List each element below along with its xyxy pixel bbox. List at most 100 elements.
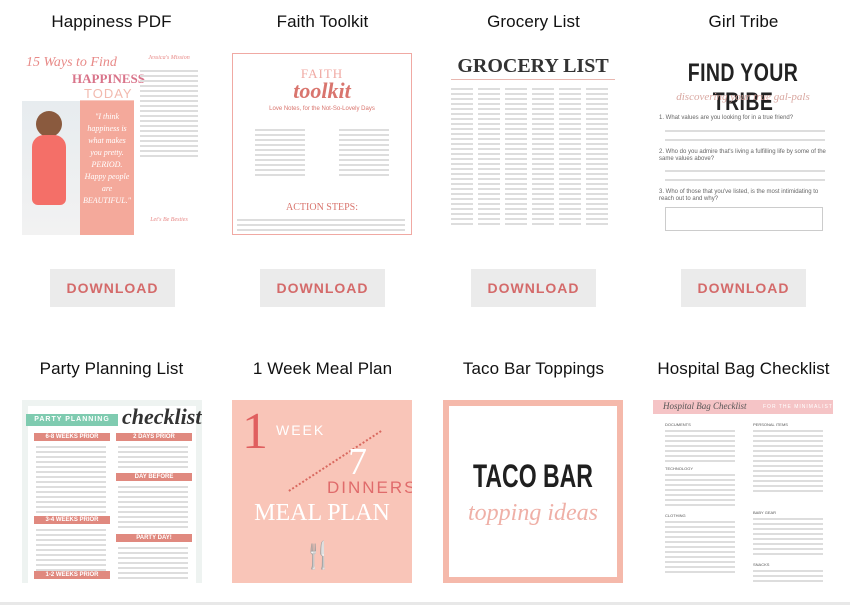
faith-toolkit-thumbnail[interactable]: FAITH toolkit Love Notes, for the Not-So…: [232, 53, 412, 235]
decoration: [478, 133, 500, 135]
decoration: [665, 445, 735, 447]
text-lines: [36, 443, 106, 516]
decoration: [339, 144, 389, 146]
decoration: [478, 143, 500, 145]
thumbnail-text: 3-4 WEEKS PRIOR: [34, 516, 110, 524]
decoration: [559, 123, 581, 125]
decoration: [753, 475, 823, 477]
decoration: [478, 128, 500, 130]
decoration: [36, 511, 106, 513]
decoration: [36, 446, 106, 448]
decoration: [255, 134, 305, 136]
decoration: [586, 198, 608, 200]
decoration: [36, 466, 106, 468]
text-lines: [665, 167, 825, 184]
girl-tribe-thumbnail[interactable]: FIND YOUR TRIBE discovering your true ga…: [653, 53, 833, 235]
grocery-list-thumbnail[interactable]: GROCERY LIST: [443, 53, 623, 235]
decoration: [118, 461, 188, 463]
decoration: [140, 135, 198, 137]
taco-bar-thumbnail[interactable]: TACO BAR topping ideas: [443, 400, 623, 583]
decoration: [255, 164, 305, 166]
decoration: [586, 218, 608, 220]
decoration: [559, 163, 581, 165]
decoration: [36, 111, 62, 137]
decoration: [140, 115, 198, 117]
decoration: [559, 108, 581, 110]
decoration: [665, 489, 735, 491]
decoration: [586, 88, 608, 90]
decoration: [255, 154, 305, 156]
decoration: [505, 173, 527, 175]
download-button[interactable]: DOWNLOAD: [681, 269, 806, 307]
decoration: [339, 134, 389, 136]
decoration: [118, 521, 188, 523]
decoration: [255, 139, 305, 141]
decoration: [478, 213, 500, 215]
decoration: [559, 103, 581, 105]
decoration: [532, 143, 554, 145]
decoration: [532, 158, 554, 160]
decoration: [140, 80, 198, 82]
decoration: [559, 128, 581, 130]
text-lines: [118, 483, 188, 531]
decoration: [505, 163, 527, 165]
decoration: [451, 108, 473, 110]
decoration: [559, 168, 581, 170]
thumbnail-text: TACO BAR: [473, 458, 593, 494]
thumbnail-text: DAY BEFORE: [116, 473, 192, 481]
decoration: [559, 158, 581, 160]
party-planning-thumbnail[interactable]: PARTY PLANNING checklist 6-8 WEEKS PRIOR…: [22, 400, 202, 583]
decoration: [753, 543, 823, 545]
decoration: [478, 193, 500, 195]
decoration: [586, 213, 608, 215]
download-button[interactable]: DOWNLOAD: [50, 269, 175, 307]
decoration: [118, 496, 188, 498]
decoration: [753, 570, 823, 572]
decoration: [36, 559, 106, 561]
decoration: [586, 98, 608, 100]
card-title: 1 Week Meal Plan: [252, 359, 393, 378]
decoration: [559, 183, 581, 185]
decoration: [665, 561, 735, 563]
meal-plan-thumbnail[interactable]: 1 WEEK 7 DINNERS MEAL PLAN 🍴: [232, 400, 412, 583]
decoration: [586, 203, 608, 205]
decoration: [532, 173, 554, 175]
decoration: [36, 456, 106, 458]
download-button[interactable]: DOWNLOAD: [471, 269, 596, 307]
decoration: [532, 183, 554, 185]
decoration: [505, 153, 527, 155]
decoration: [559, 188, 581, 190]
decoration: [451, 183, 473, 185]
decoration: [586, 153, 608, 155]
decoration: [339, 139, 389, 141]
decoration: [140, 70, 198, 72]
text-lines: [118, 544, 188, 582]
decoration: [36, 534, 106, 536]
decoration: [753, 440, 823, 442]
text-lines: [753, 515, 823, 558]
decoration: [665, 479, 735, 481]
text-lines: [665, 127, 825, 144]
decoration: [505, 188, 527, 190]
decoration: [505, 103, 527, 105]
decoration: [586, 118, 608, 120]
decoration: [140, 140, 198, 142]
decoration: [505, 128, 527, 130]
decoration: [237, 229, 405, 231]
decoration: [36, 476, 106, 478]
decoration: [255, 174, 305, 176]
decoration: [505, 208, 527, 210]
thumbnail-text: Jessica's Mission: [148, 55, 190, 61]
download-button[interactable]: DOWNLOAD: [260, 269, 385, 307]
decoration: [451, 98, 473, 100]
decoration: [665, 474, 735, 476]
decoration: [665, 435, 735, 437]
decoration: [451, 173, 473, 175]
happiness-pdf-thumbnail[interactable]: 15 Ways to Find HAPPINESS TODAY "I think…: [22, 53, 202, 235]
decoration: [505, 93, 527, 95]
hospital-bag-thumbnail[interactable]: Hospital Bag Checklist FOR THE MINIMALIS…: [653, 400, 833, 583]
decoration: [118, 567, 188, 569]
decoration: [36, 554, 106, 556]
decoration: [451, 198, 473, 200]
thumbnail-text: HAPPINESS: [72, 71, 145, 86]
